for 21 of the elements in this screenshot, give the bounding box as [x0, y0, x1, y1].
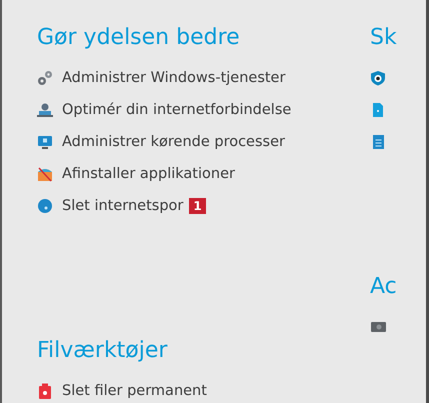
section-heading: Filværktøjer [37, 337, 168, 365]
trash-icon [37, 383, 53, 399]
action-link[interactable]: Administrer kørende processer [62, 134, 285, 150]
action-link[interactable]: Afinstaller applikationer [62, 166, 235, 182]
action-link[interactable]: Administrer Windows-tjenester [62, 70, 286, 86]
gears-icon [37, 70, 53, 86]
package-icon [37, 166, 53, 182]
section-heading: Ac [370, 273, 398, 301]
globe-icon [37, 198, 53, 214]
action-link[interactable]: Optimér din internetforbindelse [62, 102, 292, 118]
monitor-icon [37, 134, 53, 150]
number-badge: 1 [189, 198, 206, 214]
action-link[interactable]: Slet filer permanent [62, 383, 207, 399]
shield-icon [370, 70, 386, 86]
section-heading: Sk [370, 24, 398, 52]
section-heading: Gør ydelsen bedre [37, 24, 241, 52]
user-screen-icon [37, 102, 53, 118]
action-link[interactable]: Slet internetspor [62, 198, 184, 214]
camera-icon [370, 319, 386, 335]
document-icon [370, 102, 386, 118]
notes-icon [370, 134, 386, 150]
